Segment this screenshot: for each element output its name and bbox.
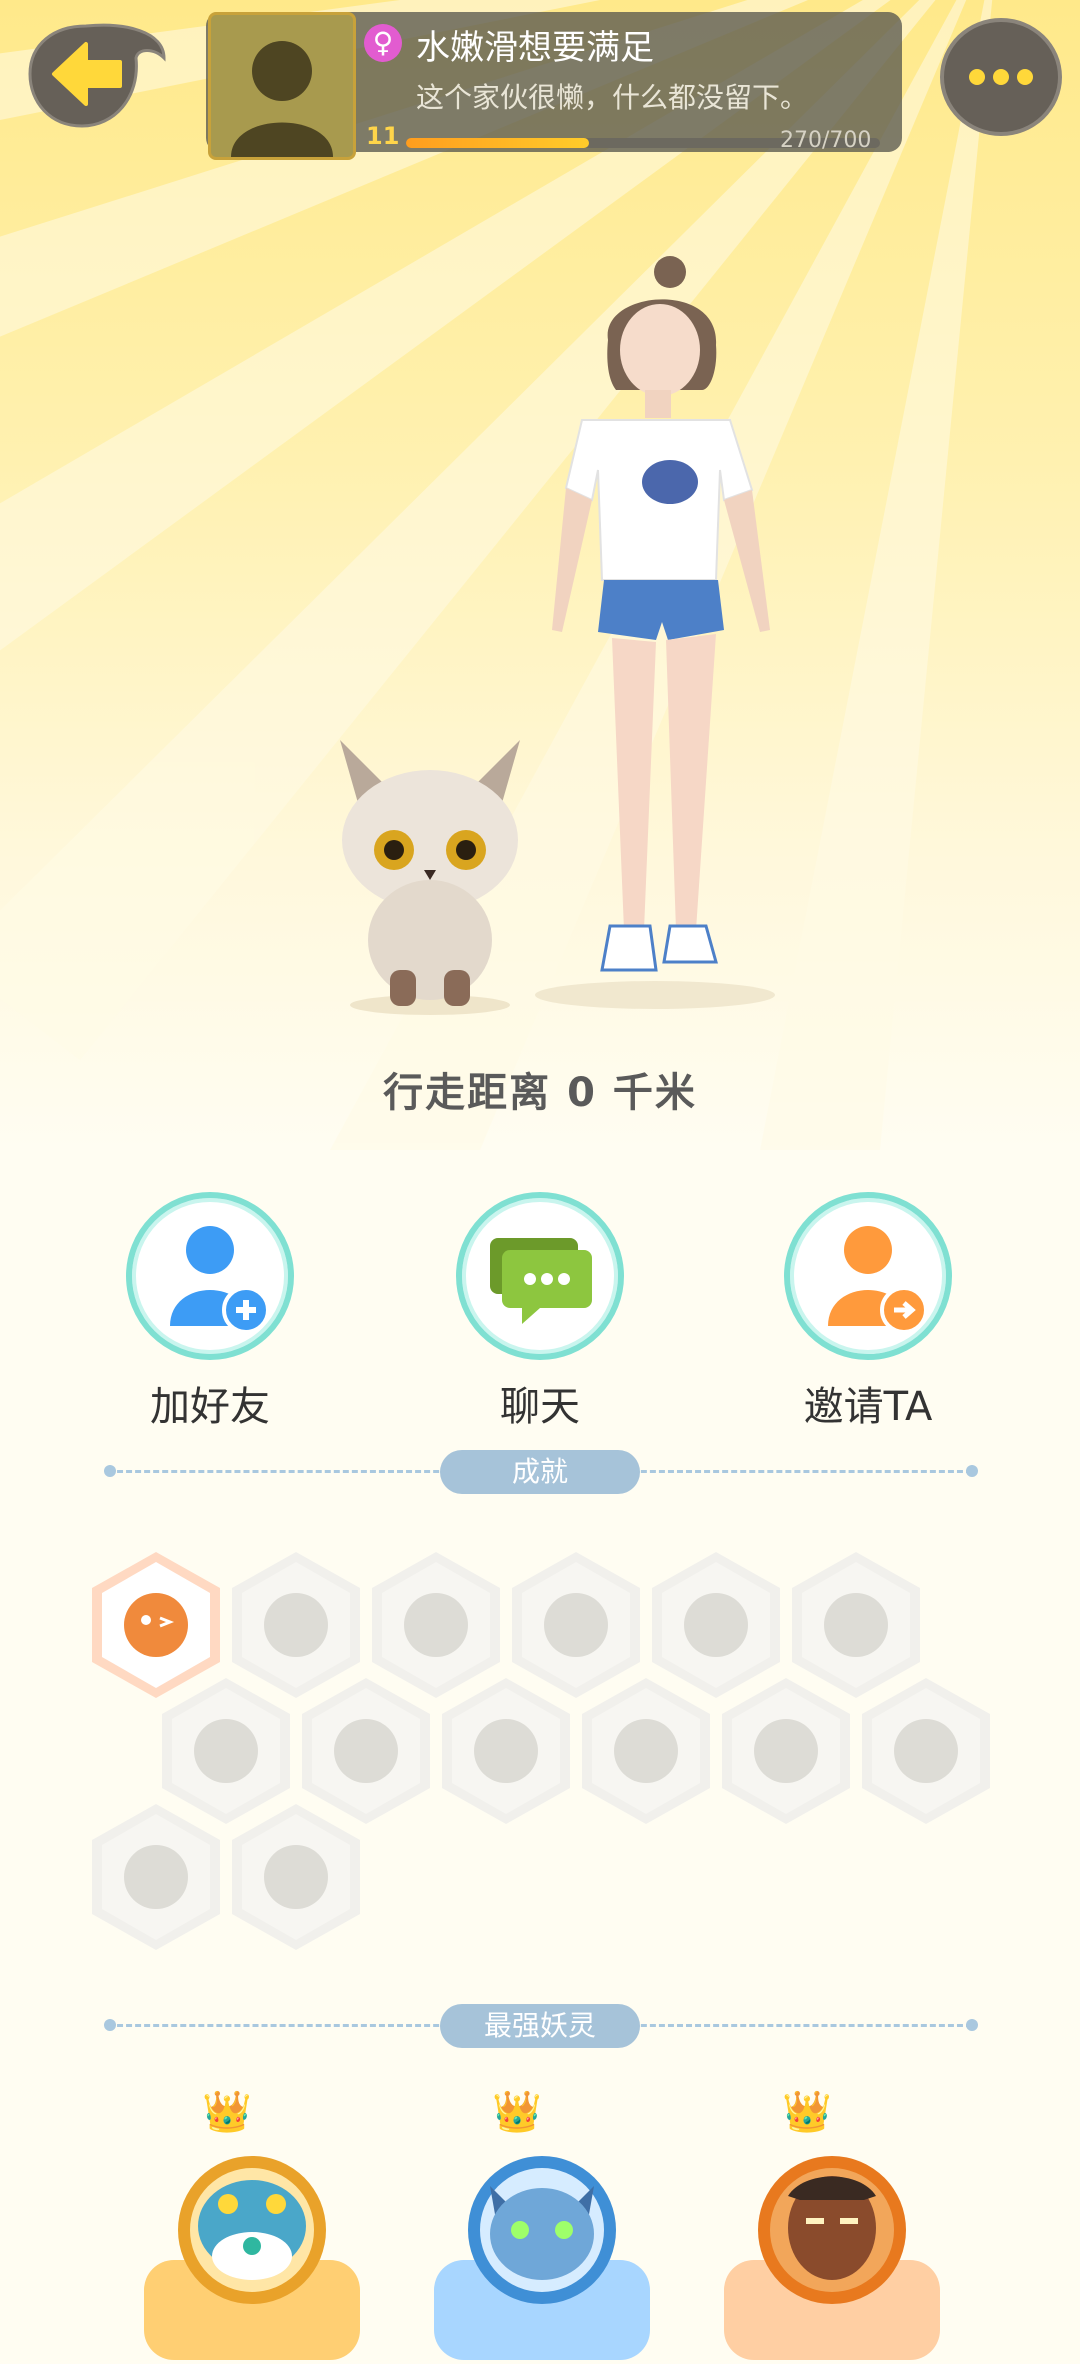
back-button[interactable]	[26, 18, 166, 130]
exp-text: 270/700	[780, 128, 872, 153]
spirit-card-2[interactable]: 👑	[434, 2089, 650, 2360]
add-friend-icon	[126, 1192, 294, 1360]
crown-orange-icon: 👑	[782, 2089, 832, 2135]
exp-bar-fill	[406, 138, 589, 148]
walk-distance: 行走距离 0 千米	[383, 1070, 697, 1116]
avatar[interactable]	[208, 12, 356, 160]
more-dot-icon	[969, 69, 985, 85]
invite-label: 邀请TA	[803, 1384, 933, 1430]
achievement-badge[interactable]	[860, 1676, 992, 1826]
invite-button[interactable]: 邀请TA	[768, 1192, 968, 1432]
chat-button[interactable]: 聊天	[440, 1192, 640, 1432]
divider-dot	[966, 1465, 978, 1477]
crown-gold-icon: 👑	[202, 2089, 252, 2135]
chat-label: 聊天	[500, 1384, 580, 1430]
divider-dot	[966, 2019, 978, 2031]
pet-fox-spirit	[320, 720, 540, 1020]
level-number: 11	[366, 122, 400, 150]
strongest-spirits-title: 最强妖灵	[440, 2004, 640, 2048]
more-dot-icon	[993, 69, 1009, 85]
achievement-badge[interactable]	[90, 1802, 222, 1952]
achievements-title: 成就	[440, 1450, 640, 1494]
more-dot-icon	[1017, 69, 1033, 85]
more-button[interactable]	[940, 18, 1062, 136]
add-friend-label: 加好友	[150, 1384, 270, 1430]
female-icon: ♀	[364, 24, 402, 62]
nickname: 水嫩滑想要满足	[416, 28, 654, 68]
spirit-card-3[interactable]: 👑	[724, 2089, 940, 2360]
achievement-badge[interactable]	[440, 1676, 572, 1826]
divider-dot	[104, 2019, 116, 2031]
crown-blue-icon: 👑	[492, 2089, 542, 2135]
signature: 这个家伙很懒，什么都没留下。	[416, 81, 809, 114]
achievement-badge[interactable]	[580, 1676, 712, 1826]
divider-dot	[104, 1465, 116, 1477]
achievement-badge[interactable]	[720, 1676, 852, 1826]
chat-bubble-icon	[456, 1192, 624, 1360]
player-character	[520, 250, 790, 1010]
invite-icon	[784, 1192, 952, 1360]
add-friend-button[interactable]: 加好友	[110, 1192, 310, 1432]
spirit-card-1[interactable]: 👑	[144, 2089, 360, 2360]
achievement-badge[interactable]	[230, 1802, 362, 1952]
